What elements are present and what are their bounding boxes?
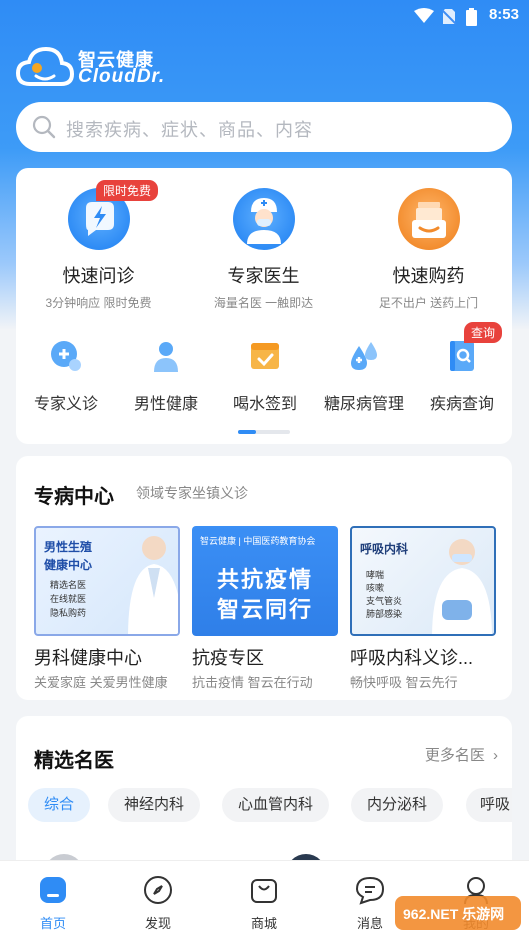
compass-icon [143,875,173,905]
quick-link-diabetes[interactable]: 糖尿病管理 [314,338,414,414]
free-badge: 限时免费 [96,180,159,201]
service-title: 快速购药 [392,266,465,286]
tile-subtitle: 畅快呼吸 智云先行 [350,675,458,690]
quick-link-label: 疾病查询 [429,396,494,413]
quick-link-male-health[interactable]: 男性健康 [116,338,216,414]
chip-neurology[interactable]: 神经内科 [108,788,201,822]
message-icon [355,875,385,905]
banner-respiratory[interactable]: 呼吸内科 哮喘 咳嗽 支气管炎 肺部感染 [350,526,496,636]
more-doctors-link[interactable]: 更多名医 › [425,744,498,765]
shopping-bag-icon [249,875,279,905]
search-bar[interactable]: 搜索疾病、症状、商品、内容 [16,102,512,152]
tab-label: 发现 [144,916,171,931]
consult-icon [48,338,84,374]
medicine-box-icon [397,188,460,250]
banner-item: 精选名医 [50,580,87,590]
service-subtitle: 海量名医 一触即达 [213,296,314,310]
water-checkin-icon [247,338,283,374]
banner-item: 隐私购药 [50,608,87,618]
page-indicator [238,430,290,434]
tile-subtitle: 抗击疫情 智云在行动 [192,675,313,690]
quick-link-water-checkin[interactable]: 喝水签到 [215,338,315,414]
banner-title: 呼吸内科 [360,542,409,556]
quick-link-expert-consult[interactable]: 专家义诊 [16,338,116,414]
search-icon [32,115,56,139]
status-time: 8:53 [488,6,519,23]
no-sim-icon [442,9,456,25]
home-icon [38,875,68,905]
special-center-card: 专病中心 领域专家坐镇义诊 男性生殖 健康中心 精选名医 在线就医 隐私购药 男… [16,456,512,700]
male-user-icon [148,338,184,374]
banner-item: 在线就医 [50,594,87,604]
banner-item: 支气管炎 [366,596,403,606]
quick-link-label: 男性健康 [133,396,198,413]
section-subtitle: 领域专家坐镇义诊 [136,485,248,501]
more-doctors-label: 更多名医 [424,747,485,764]
banner-item: 哮喘 [366,570,385,580]
banner-item: 肺部感染 [366,609,403,619]
chip-general[interactable]: 综合 [28,788,91,822]
tab-home[interactable]: 首页 [23,875,83,932]
watermark-text: 962.NET 乐游网 [403,906,505,922]
service-expert-doctor[interactable]: 专家医生 海量名医 一触即达 [181,186,346,310]
tab-label: 商城 [250,916,277,931]
tab-messages[interactable]: 消息 [340,875,400,932]
section-title: 精选名医 [34,750,114,772]
banner-item: 咳嗽 [366,583,385,593]
quick-link-label: 喝水签到 [232,396,297,413]
search-placeholder: 搜索疾病、症状、商品、内容 [66,120,313,140]
quick-link-disease-lookup[interactable]: 疾病查询 查询 [412,322,512,414]
service-subtitle: 3分钟响应 限时免费 [45,296,152,310]
wifi-icon [414,8,434,23]
watermark: 962.NET 乐游网 [393,890,523,934]
drops-icon [346,338,382,374]
service-title: 快速问诊 [62,266,135,286]
brand-name-en: CloudDr. [78,66,166,87]
tab-discover[interactable]: 发现 [128,875,188,932]
banner-org: 智云健康 | 中国医药教育协会 [200,536,316,546]
doctor-avatar-icon [232,188,295,250]
service-quick-consult[interactable]: 快速问诊 3分钟响应 限时免费 限时免费 [16,180,181,310]
banner-line-1: 共抗疫情 [216,567,313,592]
tab-mall[interactable]: 商城 [234,875,294,932]
tile-title: 男科健康中心 [34,648,142,668]
chip-endocrinology[interactable]: 内分泌科 [351,788,444,822]
tile-subtitle: 关爱家庭 关爱男性健康 [34,675,168,690]
service-subtitle: 足不出户 送药上门 [378,296,479,310]
quick-link-label: 糖尿病管理 [323,396,404,413]
chip-cardiology[interactable]: 心血管内科 [222,788,330,822]
section-title: 专病中心 [34,486,114,508]
tab-label: 首页 [39,916,66,931]
banner-title: 男性生殖 健康中心 [44,540,93,572]
service-quick-medicine[interactable]: 快速购药 足不出户 送药上门 [346,186,511,310]
lookup-badge: 查询 [464,322,503,343]
banner-line-2: 智云同行 [216,597,313,622]
cloud-logo-icon [16,46,74,86]
status-bar: 8:53 [0,0,529,32]
tile-title: 呼吸内科义诊... [350,648,474,668]
service-title: 专家医生 [227,266,300,286]
chip-respiratory[interactable]: 呼吸 [466,788,512,822]
services-card: 快速问诊 3分钟响应 限时免费 限时免费 专家医生 海量名医 一触即达 快速购药… [16,168,512,444]
app-logo: 智云健康 CloudDr. [16,44,176,88]
battery-icon [466,8,477,26]
banner-male-health[interactable]: 男性生殖 健康中心 精选名医 在线就医 隐私购药 [34,526,180,636]
book-search-icon [444,338,480,374]
tile-title: 抗疫专区 [192,648,264,668]
chevron-right-icon: › [493,747,498,764]
tab-label: 消息 [356,916,383,931]
banner-anti-epidemic[interactable]: 智云健康 | 中国医药教育协会 共抗疫情 智云同行 [192,526,338,636]
quick-link-label: 专家义诊 [33,396,98,413]
